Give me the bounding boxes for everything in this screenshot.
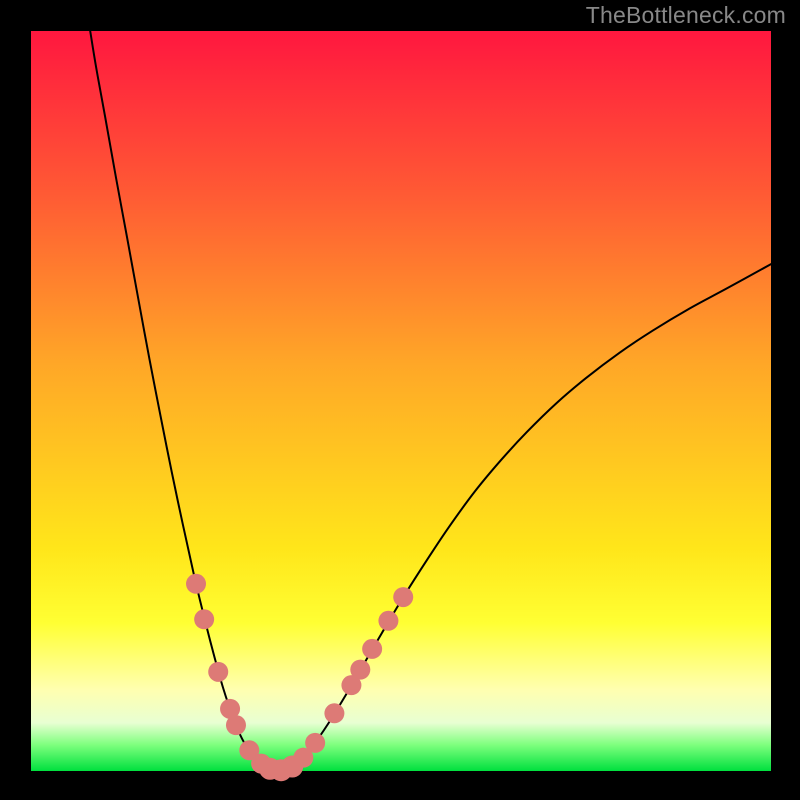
- overlay-dot: [186, 574, 206, 594]
- overlay-dot: [324, 703, 344, 723]
- overlay-dot: [362, 639, 382, 659]
- overlay-dot: [208, 662, 228, 682]
- overlay-dot: [194, 609, 214, 629]
- overlay-dot: [305, 733, 325, 753]
- overlay-dot: [226, 715, 246, 735]
- chart-frame: TheBottleneck.com: [0, 0, 800, 800]
- overlay-dot: [393, 587, 413, 607]
- overlay-dot: [378, 611, 398, 631]
- bottleneck-chart: [0, 0, 800, 800]
- overlay-dot: [350, 660, 370, 680]
- gradient-background: [31, 31, 771, 771]
